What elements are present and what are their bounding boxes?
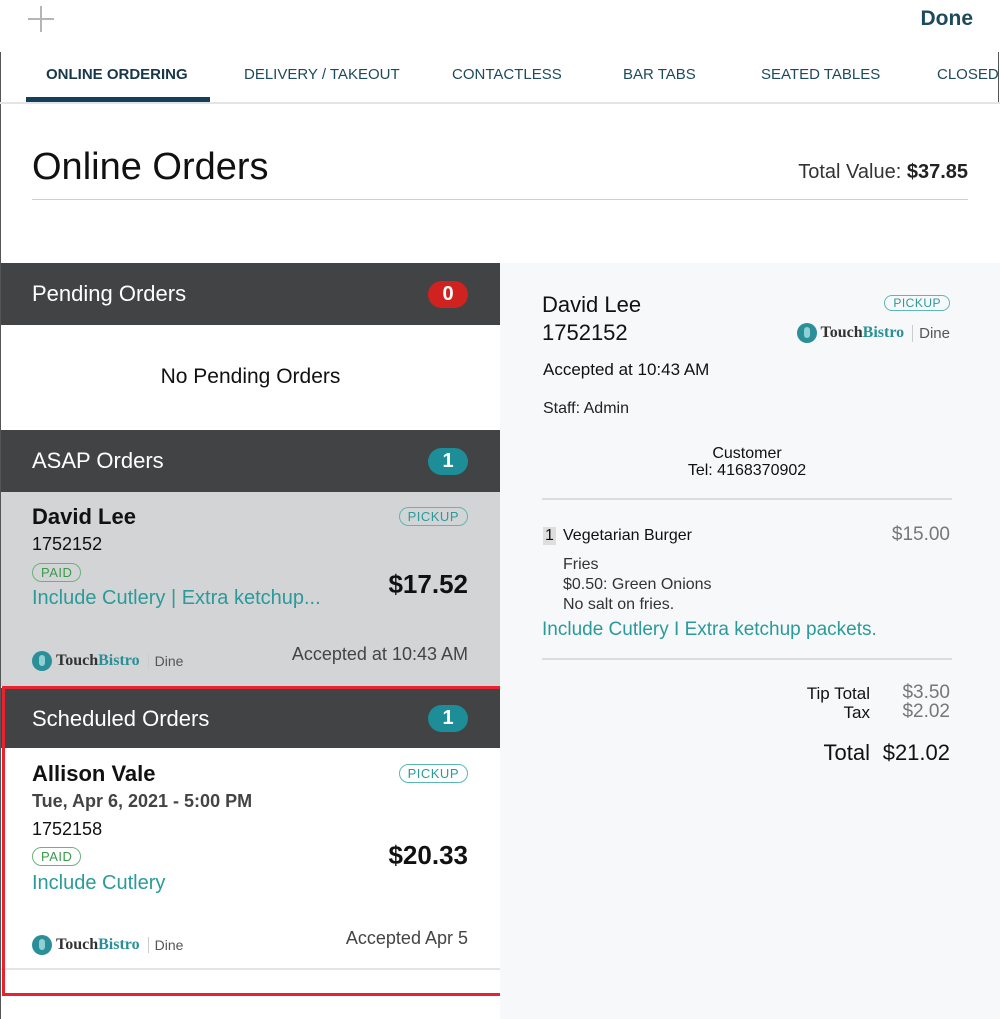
tab-online-ordering[interactable]: ONLINE ORDERING (46, 66, 188, 83)
page-title: Online Orders (32, 146, 269, 188)
pickup-badge: PICKUP (398, 764, 468, 783)
add-button[interactable] (28, 6, 54, 32)
done-button[interactable]: Done (921, 7, 974, 31)
total-value-amount: $37.85 (906, 161, 968, 183)
scheduled-count-badge: 1 (428, 705, 468, 732)
active-tab-indicator (26, 97, 210, 102)
tab-bar-tabs[interactable]: BAR TABS (623, 66, 696, 83)
touchbistro-logo: TouchBistro Dine (796, 323, 950, 343)
touchbistro-logo: TouchBistro Dine (32, 935, 183, 955)
customer-name: David Lee (32, 504, 136, 529)
order-number: 1752152 (32, 534, 103, 554)
section-title: Scheduled Orders (32, 706, 210, 731)
pickup-badge: PICKUP (398, 507, 468, 526)
section-title: ASAP Orders (32, 448, 164, 473)
detail-accepted-time: Accepted at 10:43 AM (543, 360, 710, 379)
order-card-david-lee[interactable]: David Lee PICKUP 1752152 PAID Include Cu… (1, 492, 500, 686)
total-label: Total (823, 740, 870, 765)
detail-staff: Staff: Admin (543, 400, 629, 417)
order-notes: Include Cutlery (32, 872, 166, 894)
summary-labels: Tip Total Tax (806, 684, 870, 722)
asap-orders-header[interactable]: ASAP Orders 1 (1, 430, 500, 492)
item-quantity: 1 (543, 527, 556, 545)
total-value-label: Total Value: (798, 161, 902, 183)
scheduled-orders-header[interactable]: Scheduled Orders 1 (1, 688, 500, 748)
total-amount: $21.02 (882, 740, 950, 765)
empty-state-text: No Pending Orders (160, 365, 341, 388)
paid-badge: PAID (32, 563, 82, 582)
customer-name: Allison Vale (32, 761, 156, 786)
order-detail-panel: David Lee 1752152 PICKUP TouchBistro Dine… (500, 263, 1000, 1019)
divider (32, 199, 968, 200)
item-price: $15.00 (891, 524, 950, 545)
asap-count-badge: 1 (428, 448, 468, 475)
detail-customer-name: David Lee (542, 292, 642, 317)
tab-delivery-takeout[interactable]: DELIVERY / TAKEOUT (244, 66, 400, 83)
detail-notes: Include Cutlery I Extra ketchup packets. (542, 619, 877, 640)
pending-count-badge: 0 (428, 281, 468, 308)
order-number: 1752158 (32, 819, 103, 839)
divider (542, 498, 952, 500)
item-modifiers: Fries $0.50: Green Onions No salt on fries… (563, 556, 712, 613)
customer-info: Customer Tel: 4168370902 (687, 445, 807, 479)
order-amount: $17.52 (388, 569, 468, 599)
scheduled-time: Tue, Apr 6, 2021 - 5:00 PM (32, 791, 253, 811)
summary-values: $3.50 $2.02 (902, 682, 950, 722)
item-name: Vegetarian Burger (563, 527, 692, 544)
tab-seated-tables[interactable]: SEATED TABLES (761, 66, 880, 83)
pickup-badge: PICKUP (884, 295, 950, 311)
paid-badge: PAID (32, 847, 82, 866)
divider (542, 658, 952, 660)
order-amount: $20.33 (388, 840, 468, 870)
order-notes: Include Cutlery | Extra ketchup... (32, 587, 321, 609)
section-title: Pending Orders (32, 281, 187, 306)
pending-orders-header[interactable]: Pending Orders 0 (1, 263, 500, 325)
accepted-time: Accepted Apr 5 (345, 928, 468, 948)
tab-contactless[interactable]: CONTACTLESS (452, 66, 562, 83)
accepted-time: Accepted at 10:43 AM (291, 644, 468, 664)
tab-closed[interactable]: CLOSED (937, 66, 999, 83)
order-card-allison-vale[interactable]: Allison Vale PICKUP Tue, Apr 6, 2021 - 5… (1, 748, 500, 970)
touchbistro-logo: TouchBistro Dine (32, 651, 183, 671)
detail-order-number: 1752152 (542, 320, 628, 345)
total-value: Total Value: $37.85 (798, 161, 968, 184)
